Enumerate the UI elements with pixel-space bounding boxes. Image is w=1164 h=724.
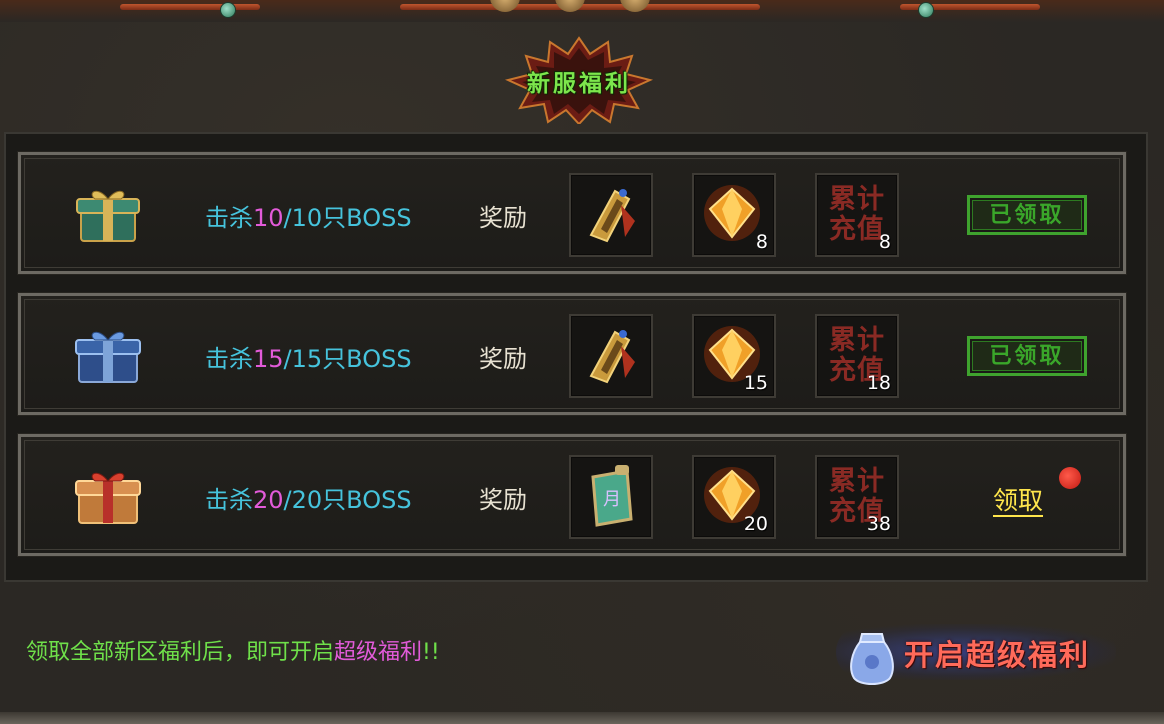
blue-gift-chest-icon	[75, 331, 141, 383]
reward-slot-equipment[interactable]	[569, 314, 653, 398]
reward-slot-gem[interactable]: 15	[692, 314, 776, 398]
ornament-coin-icon	[555, 0, 585, 12]
title-badge: 新服福利	[504, 36, 654, 124]
ornament-gem-icon	[918, 2, 934, 18]
recharge-count: 8	[878, 231, 891, 253]
ornament-rope	[120, 4, 260, 10]
green-gift-chest-icon	[76, 190, 140, 242]
reward-slot-recharge[interactable]: 累计 充值 8	[815, 173, 899, 257]
reward-label: 奖励	[479, 486, 527, 514]
ornament-coin-icon	[620, 0, 650, 12]
gold-shield-icon	[589, 189, 635, 243]
money-bag-icon	[850, 633, 894, 685]
gold-gift-chest-icon	[75, 472, 141, 524]
gem-count: 15	[743, 372, 768, 394]
gem-count: 20	[743, 513, 768, 535]
ornament-coin-icon	[490, 0, 520, 12]
reward-row: 击杀10/10只BOSS 奖励 8 累计 充值 8 已领取	[17, 151, 1127, 275]
claimed-stamp: 已领取	[967, 336, 1087, 376]
gem-count: 8	[755, 231, 768, 253]
footer-note: 领取全部新区福利后，即可开启超级福利!!	[26, 640, 440, 665]
reward-slot-gem[interactable]: 8	[692, 173, 776, 257]
svg-text:月: 月	[603, 489, 621, 510]
reward-label: 奖励	[479, 345, 527, 373]
reward-slot-gem[interactable]: 20	[692, 455, 776, 539]
reward-slot-scroll[interactable]: 月	[569, 455, 653, 539]
moon-scroll-icon: 月	[591, 465, 633, 527]
reward-row: 击杀20/20只BOSS 奖励 月 20 累计 充值 38 领取	[17, 433, 1127, 557]
top-ornament	[0, 0, 1164, 22]
claimed-stamp: 已领取	[967, 195, 1087, 235]
kill-progress: 击杀15/15只BOSS	[205, 345, 412, 373]
kill-progress: 击杀10/10只BOSS	[205, 204, 412, 232]
page-title: 新服福利	[527, 70, 631, 97]
recharge-count: 18	[866, 372, 891, 394]
reward-slot-equipment[interactable]	[569, 173, 653, 257]
reward-slot-recharge[interactable]: 累计 充值 38	[815, 455, 899, 539]
bottom-border	[0, 712, 1164, 724]
kill-progress: 击杀20/20只BOSS	[205, 486, 412, 514]
open-super-welfare-button[interactable]: 开启超级福利	[828, 614, 1128, 692]
reward-row: 击杀15/15只BOSS 奖励 15 累计 充值 18 已领取	[17, 292, 1127, 416]
gold-shield-icon	[589, 330, 635, 384]
welfare-window: 新服福利 击杀10/10只BOSS 奖励 8 累计 充值 8 已领取 击杀15/…	[0, 0, 1164, 724]
ornament-gem-icon	[220, 2, 236, 18]
reward-slot-recharge[interactable]: 累计 充值 18	[815, 314, 899, 398]
claim-button[interactable]: 领取	[993, 481, 1043, 517]
recharge-count: 38	[866, 513, 891, 535]
notification-dot-icon	[1059, 467, 1081, 489]
super-welfare-label: 开启超级福利	[904, 638, 1091, 672]
reward-label: 奖励	[479, 204, 527, 232]
